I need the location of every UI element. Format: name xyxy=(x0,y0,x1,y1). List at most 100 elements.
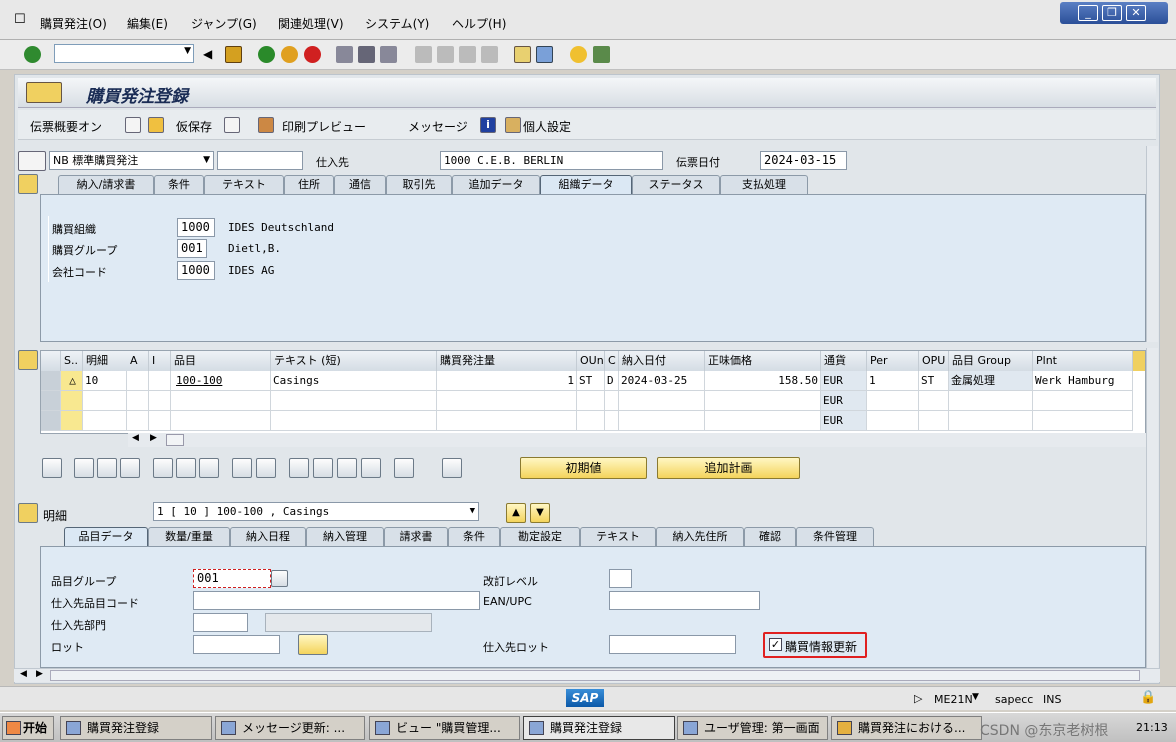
doc-type-select[interactable]: NB 標準購買発注 ▼ xyxy=(49,151,214,170)
exit-icon[interactable] xyxy=(281,46,298,63)
copy-grid-icon[interactable] xyxy=(256,458,276,478)
default-values-button[interactable]: 初期値 xyxy=(520,457,647,479)
cell-delivery-date[interactable]: 2024-03-25 xyxy=(619,371,705,391)
cell-c[interactable] xyxy=(605,391,619,411)
tab-delivery-schedule[interactable]: 納入日程 xyxy=(230,527,306,546)
minimize-button[interactable]: _ xyxy=(1078,5,1098,21)
cell-net-price[interactable]: 158.50 xyxy=(705,371,821,391)
info-update-checkbox[interactable]: ✓ xyxy=(769,638,782,651)
next-page-icon[interactable] xyxy=(459,46,476,63)
task-message-update[interactable]: メッセージ更新: ... xyxy=(215,716,365,740)
cart-icon[interactable] xyxy=(18,151,46,171)
menu-system[interactable]: システム(Y) xyxy=(365,15,429,32)
items-collapse-button[interactable] xyxy=(18,350,38,370)
info-icon[interactable]: i xyxy=(480,117,496,133)
settings-list-icon[interactable] xyxy=(442,458,462,478)
scroll-thumb[interactable] xyxy=(166,434,184,446)
copy-icon[interactable] xyxy=(232,458,252,478)
cell-item[interactable] xyxy=(83,391,127,411)
cell-opu[interactable]: ST xyxy=(919,371,949,391)
cell-per[interactable] xyxy=(867,411,919,431)
tab-org-data[interactable]: 組織データ xyxy=(540,175,632,194)
tcode-display[interactable]: ME21N xyxy=(934,693,973,706)
enter-icon[interactable] xyxy=(24,46,41,63)
delete-icon[interactable] xyxy=(153,458,173,478)
scroll-right-icon[interactable]: ▶ xyxy=(150,433,157,443)
cell-net-price[interactable] xyxy=(705,411,821,431)
cell-mat-group[interactable] xyxy=(949,391,1033,411)
row-selector[interactable] xyxy=(41,371,61,391)
find-icon[interactable] xyxy=(358,46,375,63)
unlock-icon[interactable] xyxy=(199,458,219,478)
check-icon[interactable] xyxy=(224,117,240,133)
vendor-subrange-field[interactable] xyxy=(193,613,248,632)
purch-org-field[interactable]: 1000 xyxy=(177,218,215,237)
cell-per[interactable]: 1 xyxy=(867,371,919,391)
find-next-icon[interactable] xyxy=(380,46,397,63)
menu-goto[interactable]: ジャンプ(G) xyxy=(191,15,257,32)
cell-item[interactable] xyxy=(83,411,127,431)
tab-account-assignment[interactable]: 勘定設定 xyxy=(500,527,580,546)
shortcut-icon[interactable] xyxy=(536,46,553,63)
row-selector[interactable] xyxy=(41,391,61,411)
chevron-down-icon[interactable]: ▼ xyxy=(972,692,979,702)
task-po-doc[interactable]: 購買発注における... xyxy=(831,716,982,740)
cell-material[interactable] xyxy=(171,411,271,431)
print-icon[interactable] xyxy=(336,46,353,63)
page-horizontal-scrollbar[interactable]: ◀ ▶ xyxy=(14,668,1160,682)
cell-short-text[interactable]: Casings xyxy=(271,371,437,391)
header-scrollbar[interactable] xyxy=(1146,146,1158,342)
menu-environment[interactable]: 関連処理(V) xyxy=(278,15,344,32)
cell-opu[interactable] xyxy=(919,411,949,431)
task-user-admin[interactable]: ユーザ管理: 第一画面 xyxy=(677,716,828,740)
vendor-batch-field[interactable] xyxy=(609,635,736,654)
cell-i[interactable] xyxy=(149,391,171,411)
cell-net-price[interactable] xyxy=(705,391,821,411)
tab-confirmations[interactable]: 確認 xyxy=(744,527,796,546)
cell-currency[interactable]: EUR xyxy=(821,371,867,391)
hold-button[interactable]: 仮保存 xyxy=(176,118,212,135)
scroll-right-icon[interactable]: ▶ xyxy=(36,669,43,679)
tab-texts[interactable]: テキスト xyxy=(204,175,284,194)
purch-group-field[interactable]: 001 xyxy=(177,239,207,258)
print-preview-button[interactable]: 印刷プレビュー xyxy=(282,118,366,135)
item-detail-collapse-button[interactable] xyxy=(18,503,38,523)
screen-menu-icon[interactable] xyxy=(26,82,62,103)
cell-c[interactable] xyxy=(605,411,619,431)
vendor-field[interactable]: 1000 C.E.B. BERLIN xyxy=(440,151,663,170)
next-item-button[interactable]: ▼ xyxy=(530,503,550,523)
cell-item[interactable]: 10 xyxy=(83,371,127,391)
doc-date-field[interactable]: 2024-03-15 xyxy=(760,151,847,170)
tab-item-conditions[interactable]: 条件 xyxy=(448,527,500,546)
mode-display[interactable]: INS xyxy=(1043,693,1061,706)
cell-a[interactable] xyxy=(127,371,149,391)
batch-field[interactable] xyxy=(193,635,280,654)
cell-c[interactable]: D xyxy=(605,371,619,391)
messages-button[interactable]: メッセージ xyxy=(408,118,468,135)
cell-mat-group[interactable]: 金属処理 xyxy=(949,371,1033,391)
task-po-create-1[interactable]: 購買発注登録 xyxy=(60,716,212,740)
mat-group-search-icon[interactable] xyxy=(271,570,288,587)
personal-settings-icon[interactable] xyxy=(505,117,521,133)
scroll-thumb[interactable] xyxy=(50,670,1140,681)
close-button[interactable]: ✕ xyxy=(1126,5,1146,21)
tab-address[interactable]: 住所 xyxy=(284,175,334,194)
layout-menu-icon[interactable] xyxy=(593,46,610,63)
status-expand-icon[interactable]: ▷ xyxy=(914,692,922,705)
add-planning-button[interactable]: 追加計画 xyxy=(657,457,800,479)
detail-icon[interactable] xyxy=(42,458,62,478)
sap-menu-icon[interactable]: ☐ xyxy=(14,12,26,27)
chevron-down-icon[interactable]: ▼ xyxy=(203,152,210,169)
start-button[interactable]: 开始 xyxy=(2,716,54,740)
detail-scrollbar[interactable] xyxy=(1146,348,1158,668)
cell-delivery-date[interactable] xyxy=(619,411,705,431)
back-icon[interactable] xyxy=(258,46,275,63)
mat-group-field[interactable]: 001 xyxy=(193,569,271,588)
cell-po-quantity[interactable] xyxy=(437,411,577,431)
cell-a[interactable] xyxy=(127,411,149,431)
personal-settings-button[interactable]: 個人設定 xyxy=(523,118,571,135)
first-page-icon[interactable] xyxy=(415,46,432,63)
help-icon[interactable] xyxy=(570,46,587,63)
cell-oun[interactable]: ST xyxy=(577,371,605,391)
select-all-icon[interactable] xyxy=(74,458,94,478)
